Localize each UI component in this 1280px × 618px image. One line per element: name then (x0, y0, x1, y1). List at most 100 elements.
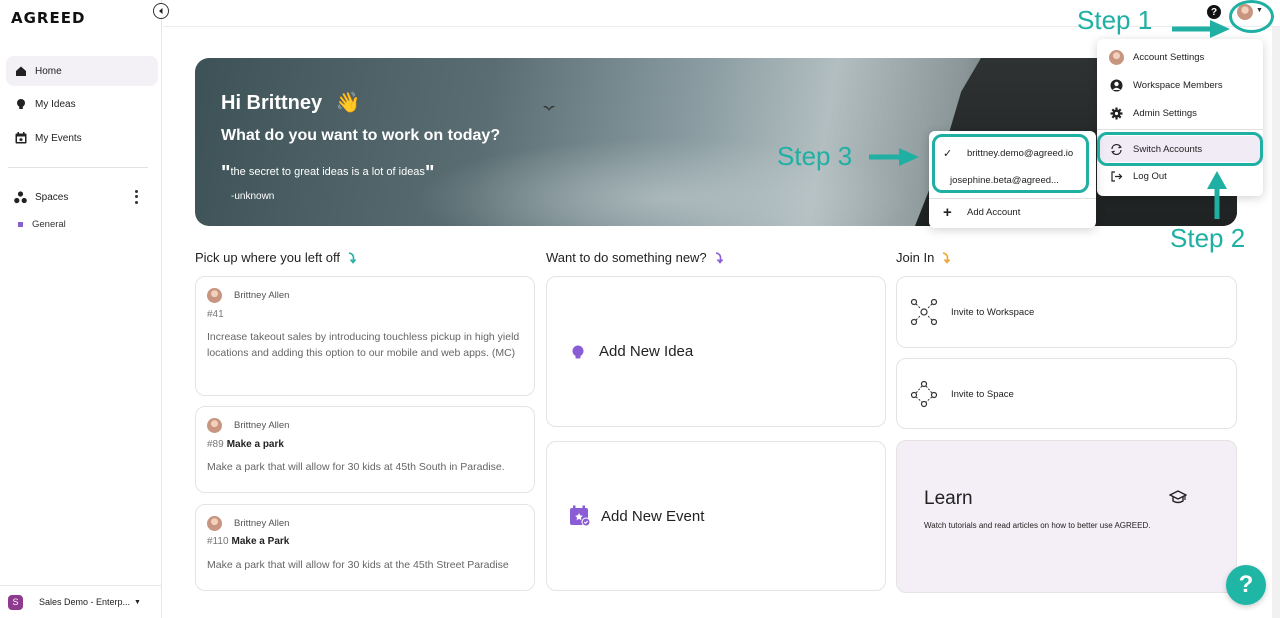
add-account-button[interactable]: + Add Account (929, 199, 1096, 225)
close-quote-icon: " (424, 162, 435, 184)
menu-divider (1097, 129, 1263, 130)
menu-item-admin-settings[interactable]: Admin Settings (1097, 100, 1263, 126)
new-heading: Want to do something new? (546, 250, 725, 265)
calendar-icon (14, 132, 27, 145)
menu-item-log-out[interactable]: Log Out (1097, 163, 1263, 189)
step2-highlight (1097, 132, 1263, 166)
wave-emoji-icon: 👋 (335, 92, 361, 114)
graduation-cap-icon (1169, 490, 1187, 504)
account-menu: Account Settings Workspace Members Admin… (1097, 39, 1263, 196)
menu-item-account-settings[interactable]: Account Settings (1097, 44, 1263, 70)
idea-card[interactable]: Brittney Allen #89 Make a park Make a par… (195, 406, 535, 493)
card-meta: Brittney Allen (207, 418, 289, 433)
sidebar-item-label: My Events (35, 132, 82, 144)
invite-workspace-button[interactable]: Invite to Workspace (896, 276, 1237, 348)
menu-item-workspace-members[interactable]: Workspace Members (1097, 72, 1263, 98)
plus-icon: + (943, 203, 952, 221)
card-body: Increase takeout sales by introducing to… (207, 331, 520, 359)
card-number: #89 Make a park (207, 439, 284, 450)
invite-workspace-label: Invite to Workspace (951, 307, 1035, 318)
idea-title: Make a Park (231, 536, 290, 547)
arrow-down-curve-icon (715, 251, 723, 264)
logout-icon (1109, 169, 1124, 184)
join-heading: Join In (896, 250, 952, 265)
avatar (207, 516, 222, 531)
step2-arrow-icon (1207, 171, 1227, 219)
step3-highlight (932, 134, 1089, 193)
scrollbar[interactable] (1272, 27, 1280, 618)
help-chat-button[interactable]: ? (1226, 565, 1266, 605)
bird-image (543, 105, 555, 111)
add-idea-button[interactable]: Add New Idea (546, 276, 886, 427)
sidebar-item-label: My Ideas (35, 98, 76, 110)
people-group-icon (910, 380, 938, 408)
learn-description: Watch tutorials and read articles on how… (924, 521, 1151, 530)
add-event-label: Add New Event (601, 507, 705, 525)
help-icon[interactable]: ? (1207, 5, 1221, 19)
sidebar-item-my-ideas[interactable]: My Ideas (6, 89, 158, 119)
home-icon (14, 65, 27, 78)
step3-arrow-icon (869, 148, 919, 166)
greeting-text: Hi Brittney (221, 92, 323, 114)
calendar-add-icon (569, 505, 591, 527)
caret-down-icon: ▼ (134, 598, 141, 606)
avatar (207, 288, 222, 303)
spaces-label: Spaces (35, 191, 69, 203)
add-idea-label: Add New Idea (599, 343, 694, 360)
collapse-sidebar-button[interactable] (153, 3, 169, 19)
new-heading-text: Want to do something new? (546, 250, 707, 265)
sidebar-item-label: Home (35, 65, 62, 77)
greeting-heading: Hi Brittney 👋 (221, 90, 361, 115)
card-body: Make a park that will allow for 30 kids … (207, 559, 509, 571)
sidebar: AGREED Home My Ideas My Events Spaces Ge… (0, 0, 162, 618)
step1-label: Step 1 (1077, 5, 1153, 35)
add-event-button[interactable]: Add New Event (546, 441, 886, 591)
space-label: General (32, 219, 66, 230)
workspace-name: Sales Demo - Enterp... (39, 597, 131, 607)
card-meta: Brittney Allen (207, 516, 289, 531)
pickup-heading: Pick up where you left off (195, 250, 358, 265)
hero-quote: "the secret to great ideas is a lot of i… (221, 162, 434, 185)
card-author: Brittney Allen (234, 290, 290, 301)
arrow-down-curve-icon (348, 251, 357, 264)
menu-item-label: Workspace Members (1133, 79, 1223, 91)
step1-highlight (1229, 0, 1274, 33)
lightbulb-icon (567, 341, 589, 363)
card-number: #110 Make a Park (207, 536, 289, 547)
avatar (207, 418, 222, 433)
arrow-down-curve-icon (943, 251, 951, 264)
space-color-dot (18, 222, 23, 227)
invite-space-button[interactable]: Invite to Space (896, 358, 1237, 429)
gear-icon (1109, 106, 1124, 121)
sidebar-item-my-events[interactable]: My Events (6, 123, 158, 153)
menu-item-label: Account Settings (1133, 51, 1205, 63)
spaces-icon (14, 190, 27, 203)
card-author: Brittney Allen (234, 420, 290, 431)
step3-label: Step 3 (777, 141, 853, 171)
sidebar-divider (8, 167, 148, 168)
spaces-more-icon[interactable] (130, 189, 142, 205)
spaces-header[interactable]: Spaces (14, 188, 144, 206)
invite-space-label: Invite to Space (951, 389, 1014, 400)
chevron-left-icon (159, 8, 163, 14)
user-circle-icon (1109, 78, 1124, 93)
idea-card[interactable]: Brittney Allen #41 Increase takeout sale… (195, 276, 535, 396)
menu-item-label: Log Out (1133, 170, 1167, 182)
idea-number: #110 (207, 536, 229, 547)
quote-author: -unknown (231, 191, 275, 202)
avatar (1109, 49, 1124, 65)
join-heading-text: Join In (896, 250, 935, 265)
app-logo[interactable]: AGREED (11, 9, 85, 27)
people-network-icon (910, 298, 938, 326)
step1-arrow-icon (1172, 20, 1230, 38)
idea-card[interactable]: Brittney Allen #110 Make a Park Make a pa… (195, 504, 535, 591)
workspace-switcher[interactable]: S Sales Demo - Enterp... ▼ (0, 585, 162, 618)
learn-card[interactable]: Learn Watch tutorials and read articles … (896, 440, 1237, 593)
pickup-heading-text: Pick up where you left off (195, 250, 341, 265)
card-author: Brittney Allen (234, 518, 290, 529)
sidebar-item-home[interactable]: Home (6, 56, 158, 86)
workspace-badge: S (8, 594, 23, 610)
menu-item-label: Admin Settings (1133, 107, 1197, 119)
sidebar-space-general[interactable]: General (18, 219, 66, 230)
card-meta: Brittney Allen (207, 288, 289, 303)
